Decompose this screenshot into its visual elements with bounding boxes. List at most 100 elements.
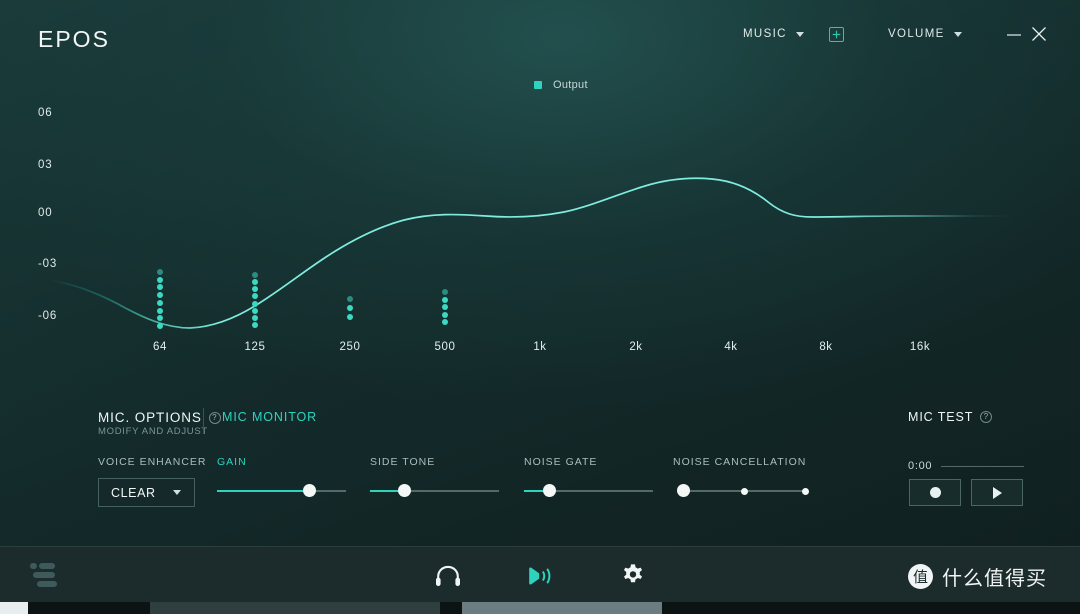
volume-dropdown[interactable]: VOLUME	[888, 28, 962, 40]
epos-logo: EPOS	[38, 26, 110, 52]
add-preset-button[interactable]	[829, 27, 844, 42]
side-tone-slider[interactable]	[370, 484, 499, 498]
taskbar-active-chip	[462, 602, 662, 614]
minimize-icon	[1007, 34, 1021, 36]
control-label-noise-gate: NOISE GATE	[524, 456, 598, 468]
y-axis-label-4: -06	[38, 310, 58, 322]
eq-band-dot	[347, 305, 353, 311]
mic-test-progress-track[interactable]	[941, 466, 1024, 468]
eq-band-dot	[252, 272, 258, 278]
noise-cancellation-slider[interactable]	[676, 484, 809, 498]
eq-band-dot	[252, 300, 258, 307]
preset-dropdown-label: MUSIC	[743, 28, 787, 40]
chevron-down-icon	[173, 490, 181, 495]
panel-divider	[203, 408, 204, 434]
mic-waves-icon	[529, 567, 551, 585]
gain-slider[interactable]	[217, 484, 346, 498]
headphones-icon	[436, 565, 460, 586]
x-axis-label-250: 250	[339, 341, 361, 353]
watermark-badge: 值	[908, 564, 933, 589]
slider-step-2[interactable]	[740, 487, 748, 495]
mic-test-record-button[interactable]	[909, 479, 961, 506]
eq-band-dot	[442, 319, 448, 325]
close-button[interactable]	[1029, 24, 1049, 44]
voice-enhancer-value: CLEAR	[111, 485, 156, 500]
x-axis-label-125: 125	[244, 341, 266, 353]
epos-bars-icon[interactable]	[30, 562, 64, 595]
play-triangle-icon	[992, 486, 1002, 499]
x-axis-label-8k: 8k	[819, 341, 833, 353]
y-axis-label-2: 00	[38, 207, 53, 219]
title-bar: EPOS MUSIC VOLUME	[0, 0, 1080, 64]
mic-options-subtitle: MODIFY AND ADJUST	[98, 426, 208, 437]
mic-test-play-button[interactable]	[971, 479, 1023, 506]
eq-band-dot	[442, 296, 448, 303]
eq-band-dot	[157, 307, 163, 314]
eq-band-dot	[442, 304, 448, 310]
control-side-tone: SIDE TONE	[370, 456, 435, 468]
x-axis-label-64: 64	[153, 341, 167, 353]
control-voice-enhancer: VOICE ENHANCER	[98, 456, 207, 468]
eq-band-dot	[347, 296, 353, 302]
nav-settings-tab[interactable]	[614, 559, 652, 593]
watermark: 值 什么值得买	[908, 562, 1047, 591]
y-axis-label-1: 03	[38, 159, 53, 171]
eq-band-dot	[252, 314, 258, 321]
eq-band-dot	[157, 323, 163, 329]
volume-dropdown-label: VOLUME	[888, 28, 945, 40]
control-label-side-tone: SIDE TONE	[370, 456, 436, 468]
x-axis-label-4k: 4k	[724, 341, 738, 353]
slider-knob[interactable]	[543, 484, 557, 497]
eq-band-dot	[157, 269, 163, 275]
equalizer-graph: Output 06 03 00 -03 -06 64 125 250 500 1…	[0, 64, 1080, 374]
watermark-text: 什么值得买	[942, 566, 1047, 590]
gear-icon	[623, 564, 643, 583]
y-axis-label-0: 06	[38, 107, 53, 119]
slider-fill	[217, 490, 310, 492]
voice-enhancer-select[interactable]: CLEAR	[98, 478, 195, 507]
x-axis-label-16k: 16k	[909, 341, 931, 353]
eq-band-dot	[252, 322, 258, 328]
mic-monitor-button[interactable]: MIC MONITOR	[222, 410, 317, 424]
control-label-gain: GAIN	[217, 456, 247, 468]
y-axis-label-3: -03	[38, 258, 58, 270]
mic-options-panel: MIC. OPTIONS? MODIFY AND ADJUST MIC MONI…	[0, 374, 1080, 544]
control-label-voice-enhancer: VOICE ENHANCER	[98, 456, 207, 468]
x-axis-label-2k: 2k	[629, 341, 643, 353]
eq-band-dot	[442, 289, 448, 295]
nav-microphone-tab[interactable]	[521, 559, 559, 593]
nav-headset-tab[interactable]	[429, 559, 467, 593]
question-mark-icon[interactable]: ?	[208, 411, 221, 424]
epos-gaming-suite-window: EPOS MUSIC VOLUME Output 06 03 00 -03 -0…	[0, 0, 1080, 614]
x-axis-label-500: 500	[434, 341, 456, 353]
minimize-button[interactable]	[1004, 26, 1024, 44]
eq-band-dot	[157, 276, 163, 283]
slider-step-3[interactable]	[801, 487, 809, 495]
x-axis-label-1k: 1k	[533, 341, 547, 353]
control-label-noise-cancellation: NOISE CANCELLATION	[673, 456, 807, 468]
slider-knob[interactable]	[303, 484, 317, 497]
epos-bars-glyph	[30, 563, 57, 587]
control-gain: GAIN	[217, 456, 247, 468]
mic-test-heading: MIC TEST?	[908, 410, 993, 424]
eq-band-dot	[157, 299, 163, 306]
question-mark-icon[interactable]: ?	[980, 410, 993, 423]
taskbar-window-chip	[150, 602, 440, 614]
eq-band-dot	[442, 311, 448, 318]
preset-dropdown[interactable]: MUSIC	[743, 28, 804, 40]
plus-icon	[832, 30, 841, 39]
slider-knob[interactable]	[676, 484, 690, 497]
control-noise-gate: NOISE GATE	[524, 456, 597, 468]
close-icon	[1032, 27, 1046, 41]
slider-knob[interactable]	[398, 484, 412, 497]
record-circle-icon	[929, 487, 941, 498]
chevron-down-icon	[953, 31, 962, 37]
mic-test-heading-text: MIC TEST	[908, 410, 974, 424]
eq-band-dot	[347, 314, 353, 320]
noise-gate-slider[interactable]	[524, 484, 653, 498]
mic-test-timer: 0:00	[908, 460, 933, 472]
os-taskbar-sliver	[0, 602, 1080, 614]
taskbar-start-chip	[0, 602, 28, 614]
control-noise-cancellation: NOISE CANCELLATION	[673, 456, 806, 468]
chevron-down-icon	[795, 31, 804, 37]
